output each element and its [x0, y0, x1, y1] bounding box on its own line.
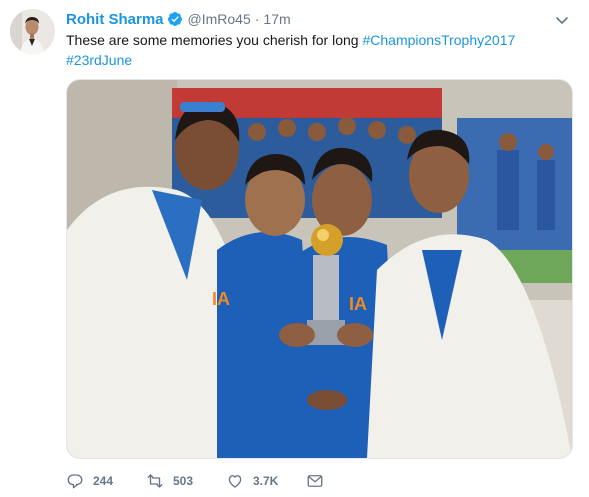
like-count: 3.7K	[253, 474, 279, 488]
retweet-icon	[147, 474, 163, 488]
avatar[interactable]	[10, 9, 55, 54]
photo-illustration: IA IA	[67, 80, 572, 458]
hashtag-23rd-june[interactable]: #23rdJune	[66, 52, 132, 68]
retweet-button[interactable]: 503	[146, 472, 226, 490]
reply-icon	[67, 474, 83, 489]
tweet-text: These are some memories you cherish for …	[66, 30, 566, 70]
like-icon	[228, 475, 242, 488]
separator-dot: ·	[254, 11, 260, 27]
hashtag-champions-trophy[interactable]: #ChampionsTrophy2017	[362, 32, 515, 48]
retweet-count: 503	[173, 474, 194, 488]
verified-badge-icon	[167, 12, 182, 26]
author-handle[interactable]: @ImRo45	[188, 11, 251, 27]
reply-count: 244	[93, 474, 114, 488]
tweet-text-body: These are some memories you cherish for …	[66, 32, 363, 48]
tweet-card[interactable]: Rohit Sharma @ImRo45 · 17m These are som…	[0, 0, 589, 497]
tweet-photo[interactable]: IA IA	[66, 79, 573, 459]
caret-down-icon[interactable]	[554, 12, 570, 28]
message-icon	[307, 475, 323, 487]
message-button[interactable]	[306, 472, 333, 490]
like-button[interactable]: 3.7K	[226, 472, 306, 490]
tweet-actions: 244 503 3.7K	[66, 470, 333, 492]
tweet-header: Rohit Sharma @ImRo45 · 17m	[66, 8, 291, 30]
jersey-text-center: IA	[349, 294, 367, 314]
reply-button[interactable]: 244	[66, 472, 146, 490]
timestamp[interactable]: 17m	[263, 11, 290, 27]
jersey-text-left: IA	[212, 289, 230, 309]
author-name[interactable]: Rohit Sharma	[66, 11, 164, 28]
